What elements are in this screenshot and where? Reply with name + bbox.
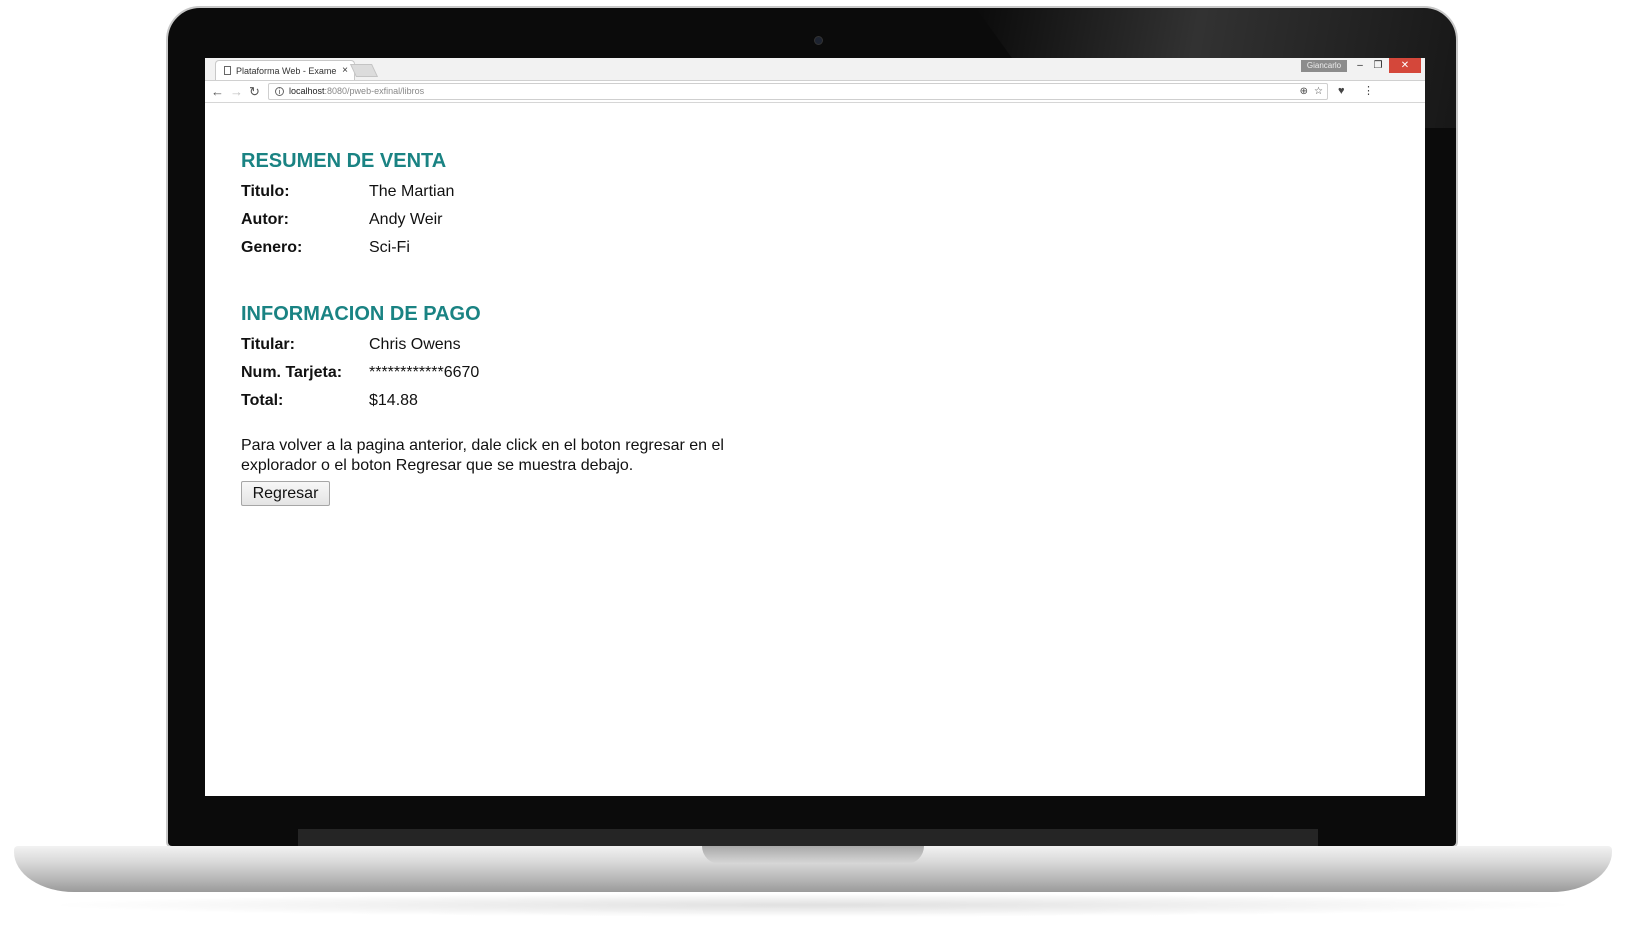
minimize-icon[interactable]: – xyxy=(1351,58,1369,73)
reload-icon[interactable]: ↻ xyxy=(249,83,260,100)
payment-row-card: Num. Tarjeta: ************6670 xyxy=(241,363,479,383)
browser-tab[interactable]: Plataforma Web - Exame × xyxy=(215,60,355,80)
page-icon xyxy=(224,66,231,75)
maximize-icon[interactable]: ❐ xyxy=(1369,58,1387,73)
laptop-hinge xyxy=(298,829,1318,847)
back-button[interactable]: Regresar xyxy=(241,481,330,506)
field-label: Num. Tarjeta: xyxy=(241,364,343,381)
url-text: localhost:8080/pweb-exfinal/libros xyxy=(289,84,424,99)
menu-icon[interactable]: ⋮ xyxy=(1363,84,1374,99)
sale-row-title: Titulo: The Martian xyxy=(241,182,454,202)
address-bar[interactable]: i localhost:8080/pweb-exfinal/libros ⊕ ☆ xyxy=(268,83,1328,100)
address-bar-actions: ⊕ ☆ xyxy=(1300,84,1323,99)
webcam-icon xyxy=(814,36,823,45)
url-host: localhost xyxy=(289,86,325,96)
field-label: Total: xyxy=(241,392,284,409)
profile-badge[interactable]: Giancarlo xyxy=(1301,60,1347,72)
field-label: Titulo: xyxy=(241,183,290,200)
info-icon[interactable]: i xyxy=(275,87,284,96)
star-icon[interactable]: ☆ xyxy=(1314,84,1323,99)
field-value: Andy Weir xyxy=(369,211,443,228)
tab-close-icon[interactable]: × xyxy=(342,65,348,76)
field-value: ************6670 xyxy=(369,364,480,381)
back-icon[interactable]: ← xyxy=(211,83,224,100)
field-label: Titular: xyxy=(241,336,295,353)
tab-title: Plataforma Web - Exame xyxy=(236,65,337,76)
field-value: Sci-Fi xyxy=(369,239,410,256)
payment-row-total: Total: $14.88 xyxy=(241,391,418,411)
sale-row-genre: Genero: Sci-Fi xyxy=(241,238,410,258)
sale-summary-heading: RESUMEN DE VENTA xyxy=(241,150,447,172)
browser-window: Plataforma Web - Exame × Giancarlo – ❐ ✕… xyxy=(205,58,1425,796)
field-value: The Martian xyxy=(369,183,455,200)
laptop-notch xyxy=(702,846,924,864)
instructions-text: Para volver a la pagina anterior, dale c… xyxy=(241,437,724,474)
laptop-shadow xyxy=(40,893,1586,917)
payment-row-holder: Titular: Chris Owens xyxy=(241,335,461,355)
pocket-icon[interactable]: ♥ xyxy=(1338,84,1345,99)
forward-icon[interactable]: → xyxy=(230,83,243,100)
zoom-icon[interactable]: ⊕ xyxy=(1300,84,1308,99)
field-value: $14.88 xyxy=(369,392,418,409)
new-tab-button[interactable] xyxy=(349,64,379,77)
field-value: Chris Owens xyxy=(369,336,461,353)
tab-strip: Plataforma Web - Exame × Giancarlo – ❐ ✕ xyxy=(205,58,1425,81)
payment-info-heading: INFORMACION DE PAGO xyxy=(241,303,481,325)
url-path: :8080/pweb-exfinal/libros xyxy=(324,86,425,96)
field-label: Autor: xyxy=(241,211,289,228)
field-label: Genero: xyxy=(241,239,303,256)
close-window-icon[interactable]: ✕ xyxy=(1389,58,1421,73)
sale-row-author: Autor: Andy Weir xyxy=(241,210,443,230)
browser-toolbar: ← → ↻ i localhost:8080/pweb-exfinal/libr… xyxy=(205,81,1425,103)
